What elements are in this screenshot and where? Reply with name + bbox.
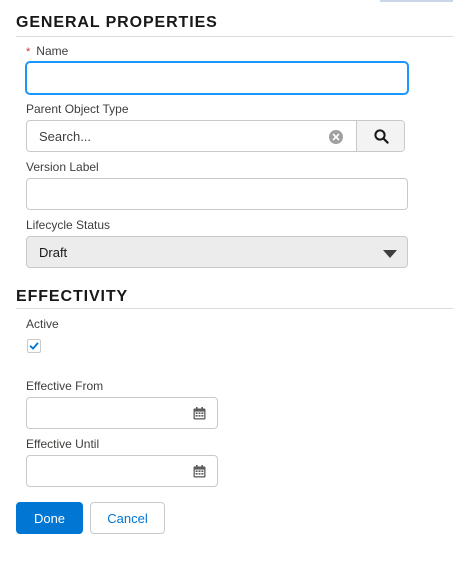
required-indicator: * (26, 46, 31, 58)
search-icon (374, 128, 389, 144)
calendar-icon[interactable] (193, 407, 206, 420)
effective-until-label: Effective Until (26, 437, 100, 451)
calendar-icon[interactable] (193, 465, 206, 478)
parent-object-type-search[interactable]: Search... (26, 120, 405, 152)
active-label: Active (26, 317, 59, 331)
version-label-label: Version Label (26, 160, 99, 174)
section-divider (16, 308, 453, 309)
effective-from-label: Effective From (26, 379, 104, 393)
parent-object-type-label: Parent Object Type (26, 102, 129, 116)
chevron-down-icon (383, 250, 397, 258)
version-label-field[interactable] (26, 178, 408, 210)
lifecycle-status-value: Draft (39, 245, 68, 260)
search-button[interactable] (356, 121, 404, 151)
section-title-general: GENERAL PROPERTIES (16, 14, 218, 31)
name-label-text: Name (36, 44, 69, 58)
cancel-button[interactable]: Cancel (90, 502, 165, 534)
done-button[interactable]: Done (16, 502, 83, 534)
name-label: * Name (26, 44, 68, 58)
clear-icon[interactable] (329, 130, 343, 144)
top-accent-line (0, 0, 453, 2)
lifecycle-status-select[interactable]: Draft (26, 236, 408, 268)
effective-from-field[interactable] (26, 397, 218, 429)
lifecycle-status-label: Lifecycle Status (26, 218, 111, 232)
section-divider (16, 36, 453, 37)
check-icon (29, 342, 39, 350)
section-title-effectivity: EFFECTIVITY (16, 288, 129, 305)
name-field[interactable] (26, 62, 408, 94)
active-checkbox[interactable] (27, 339, 41, 353)
effective-until-field[interactable] (26, 455, 218, 487)
search-placeholder: Search... (39, 129, 92, 144)
